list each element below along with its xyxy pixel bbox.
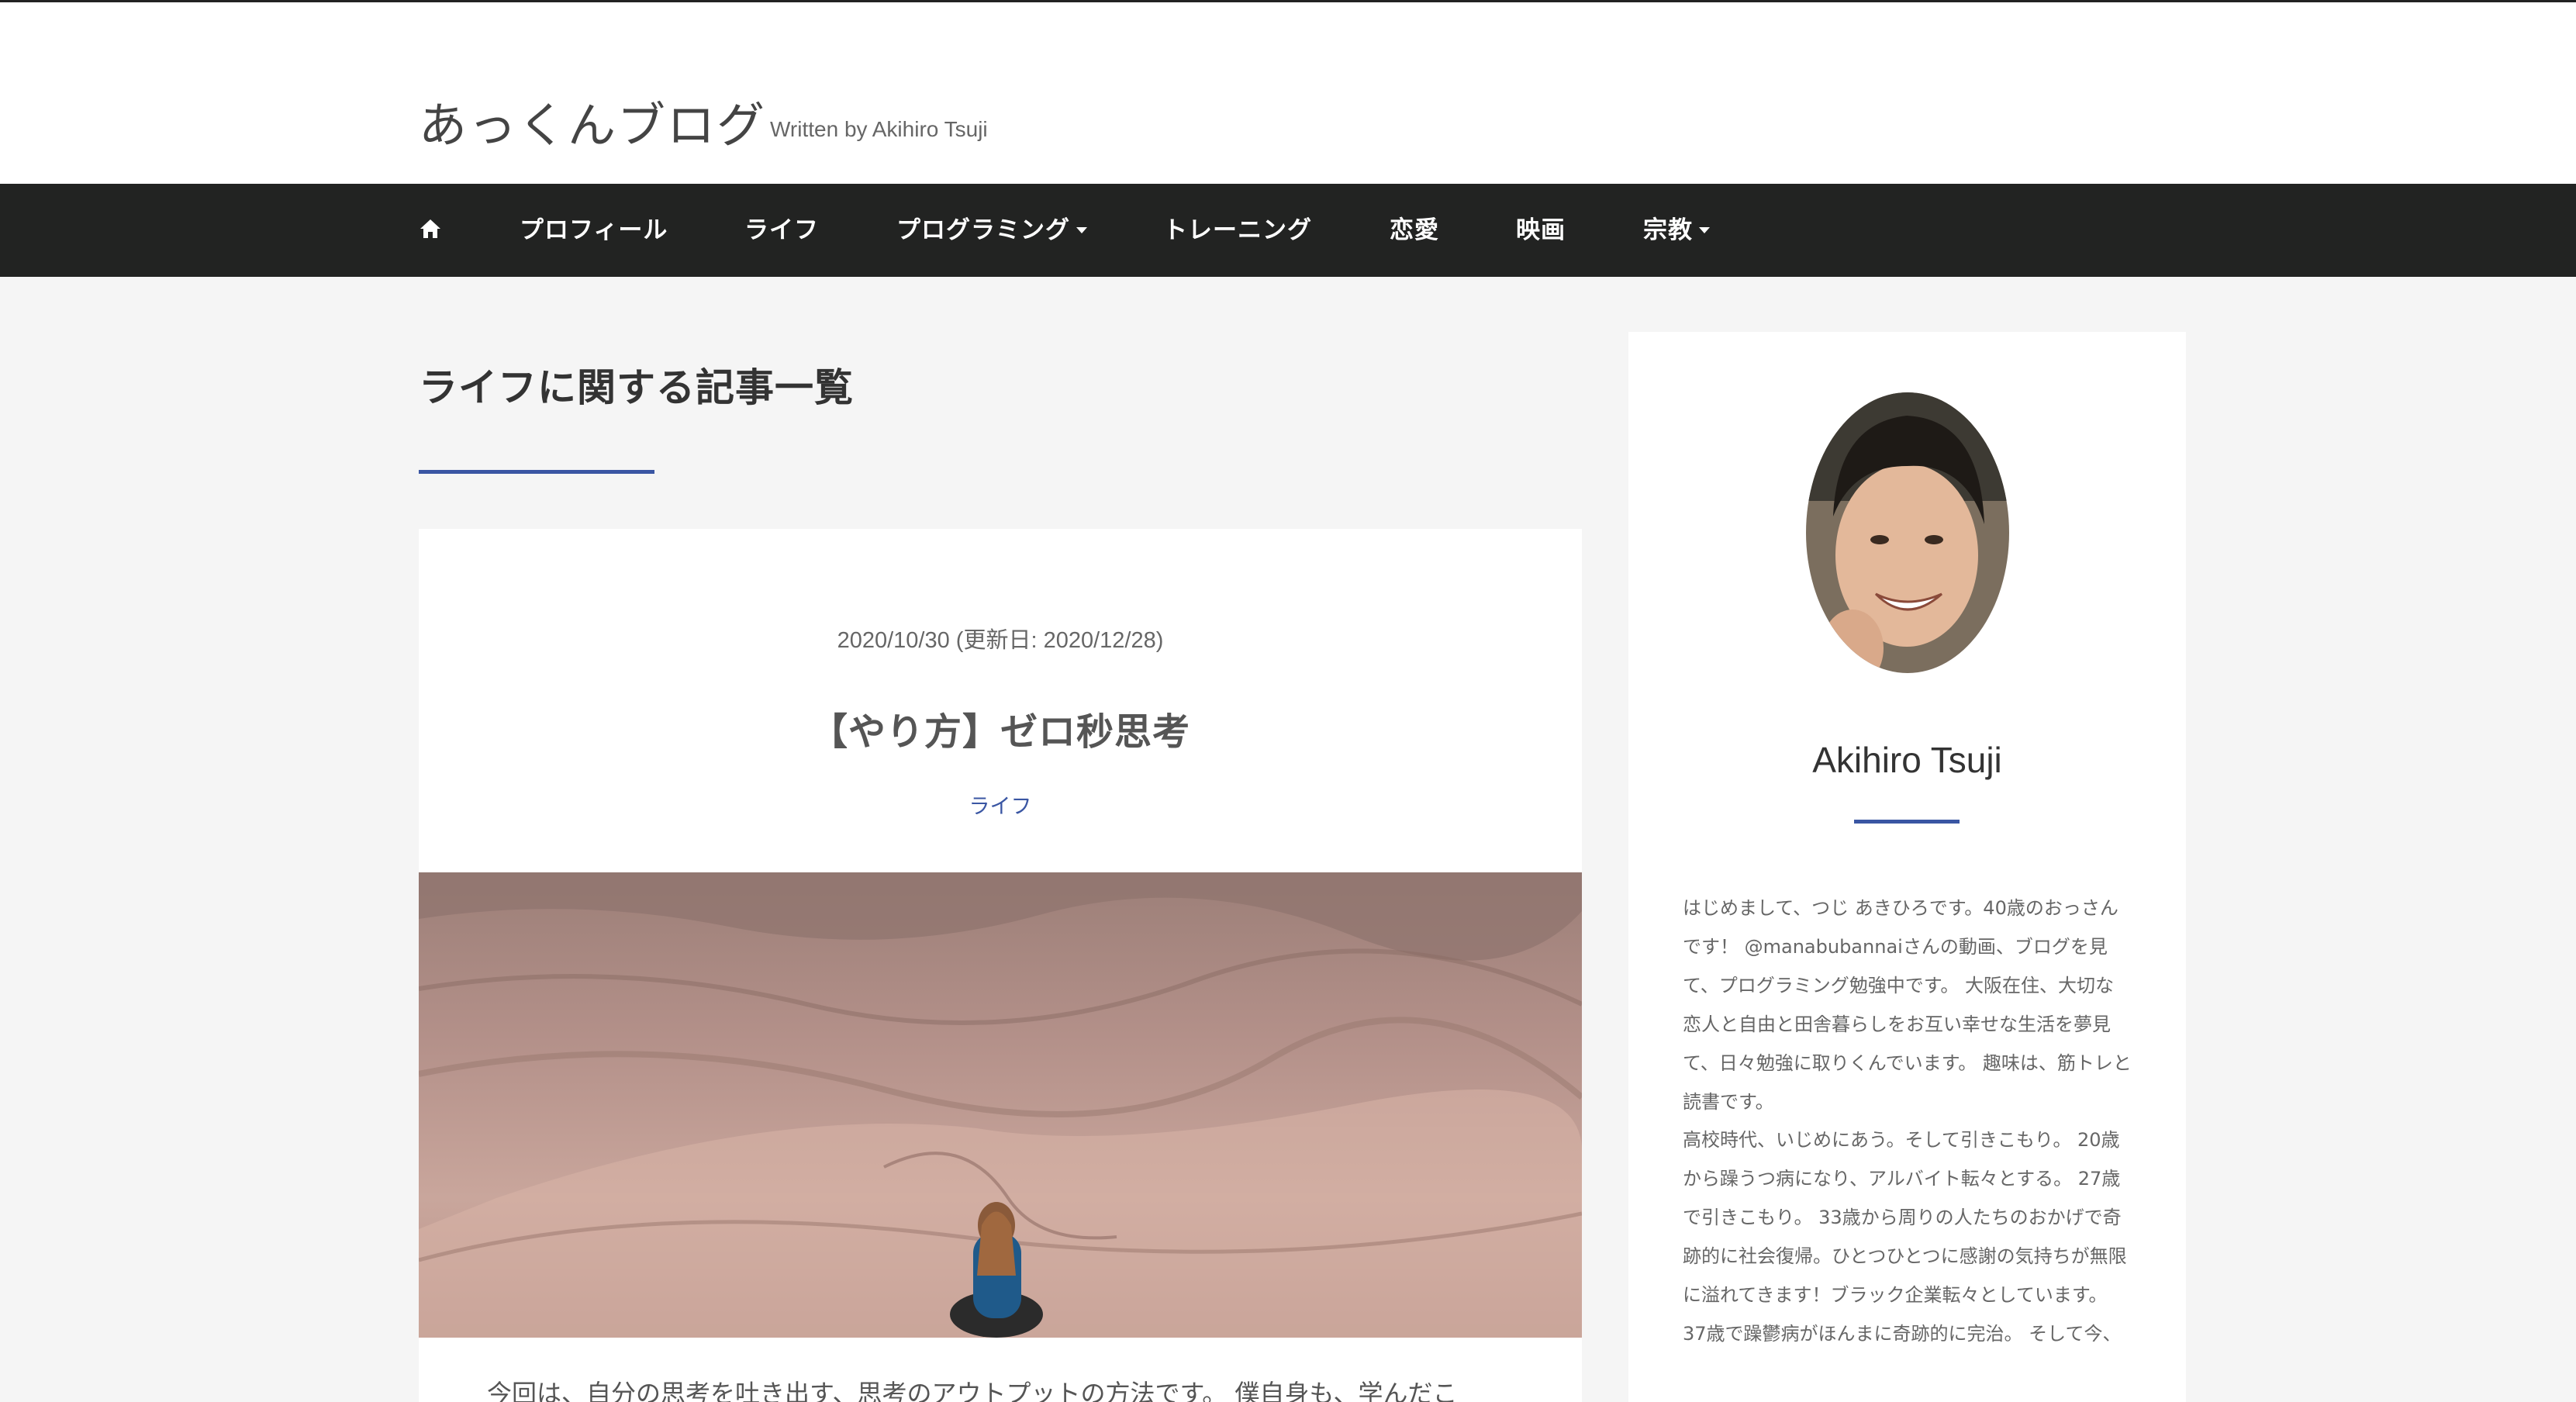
nav-item-love[interactable]: 恋愛: [1390, 184, 1439, 277]
nav-item-label: 恋愛: [1390, 216, 1439, 244]
post-date: 2020/10/30 (更新日: 2020/12/28): [837, 628, 1164, 653]
nav-item-label: トレーニング: [1163, 216, 1312, 244]
nav-item-label: 宗教: [1643, 216, 1693, 244]
post-excerpt: 今回は、自分の思考を吐き出す、思考のアウトプットの方法です。 僕自身も、学んだこ: [487, 1379, 1458, 1402]
nav-item-label: プログラミング: [896, 216, 1070, 244]
nav-item-label: プロフィール: [520, 216, 668, 244]
nav-item-label: 映画: [1516, 216, 1566, 244]
author-bio-1: はじめまして、つじ あきひろです。40歳のおっさん です！ @manabuban…: [1683, 889, 2132, 1121]
post-title-link[interactable]: 【やり方】ゼロ秒思考: [419, 701, 1582, 755]
home-icon[interactable]: [419, 217, 442, 240]
author-name: Akihiro Tsuji: [1812, 740, 2002, 780]
bio-line: です！ @manabubannaiさんの動画、ブログを見: [1683, 936, 2108, 958]
author-underline: [1854, 820, 1960, 824]
site-title[interactable]: あっくんブログ: [419, 86, 766, 156]
page-title: ライフに関する記事一覧: [419, 365, 854, 410]
bio-line: に溢れてきます！ブラック企業転々としています。: [1683, 1284, 2108, 1306]
post-thumbnail[interactable]: [419, 872, 1582, 1338]
nav-item-movies[interactable]: 映画: [1516, 184, 1566, 277]
nav-item-life[interactable]: ライフ: [744, 184, 819, 277]
bio-line: て、プログラミング勉強中です。 大阪在住、大切な: [1683, 975, 2115, 996]
site-header: あっくんブログ Written by Akihiro Tsuji: [0, 2, 2576, 184]
heading-underline: [419, 470, 654, 474]
bio-line: て、日々勉強に取りくんでいます。 趣味は、筋トレと: [1683, 1052, 2132, 1074]
nav-item-religion[interactable]: 宗教: [1643, 184, 1710, 277]
bio-line: から躁うつ病になり、アルバイト転々とする。 27歳: [1683, 1168, 2121, 1190]
nav-item-label: ライフ: [744, 216, 819, 244]
nav-item-programming[interactable]: プログラミング: [896, 184, 1087, 277]
chevron-down-icon: [1699, 226, 1710, 233]
bio-line: 跡的に社会復帰。ひとつひとつに感謝の気持ちが無限: [1683, 1245, 2127, 1267]
bio-line: はじめまして、つじ あきひろです。40歳のおっさん: [1683, 897, 2118, 919]
post-category-link[interactable]: ライフ: [419, 789, 1582, 820]
site-subtitle: Written by Akihiro Tsuji: [770, 117, 988, 141]
nav-item-training[interactable]: トレーニング: [1163, 184, 1312, 277]
nav-item-profile[interactable]: プロフィール: [520, 184, 668, 277]
bio-line: 読書です。: [1683, 1091, 1774, 1113]
main-nav: プロフィール ライフ プログラミング トレーニング 恋愛 映画 宗教: [0, 184, 2576, 277]
post-card: 2020/10/30 (更新日: 2020/12/28) 【やり方】ゼロ秒思考 …: [419, 529, 1582, 1402]
bio-line: で引きこもり。 33歳から周りの人たちのおかげで奇: [1683, 1207, 2122, 1228]
chevron-down-icon: [1076, 226, 1087, 233]
sidebar-profile: Akihiro Tsuji はじめまして、つじ あきひろです。40歳のおっさん …: [1628, 332, 2186, 1402]
bio-line: 高校時代、いじめにあう。そして引きこもり。 20歳: [1683, 1129, 2120, 1151]
bio-line: 37歳で躁鬱病がほんまに奇跡的に完治。 そして今、: [1683, 1323, 2122, 1345]
author-bio-2: 高校時代、いじめにあう。そして引きこもり。 20歳 から躁うつ病になり、アルバイ…: [1683, 1121, 2132, 1353]
bio-line: 恋人と自由と田舎暮らしをお互い幸せな生活を夢見: [1683, 1014, 2111, 1035]
author-avatar: [1806, 392, 2009, 673]
